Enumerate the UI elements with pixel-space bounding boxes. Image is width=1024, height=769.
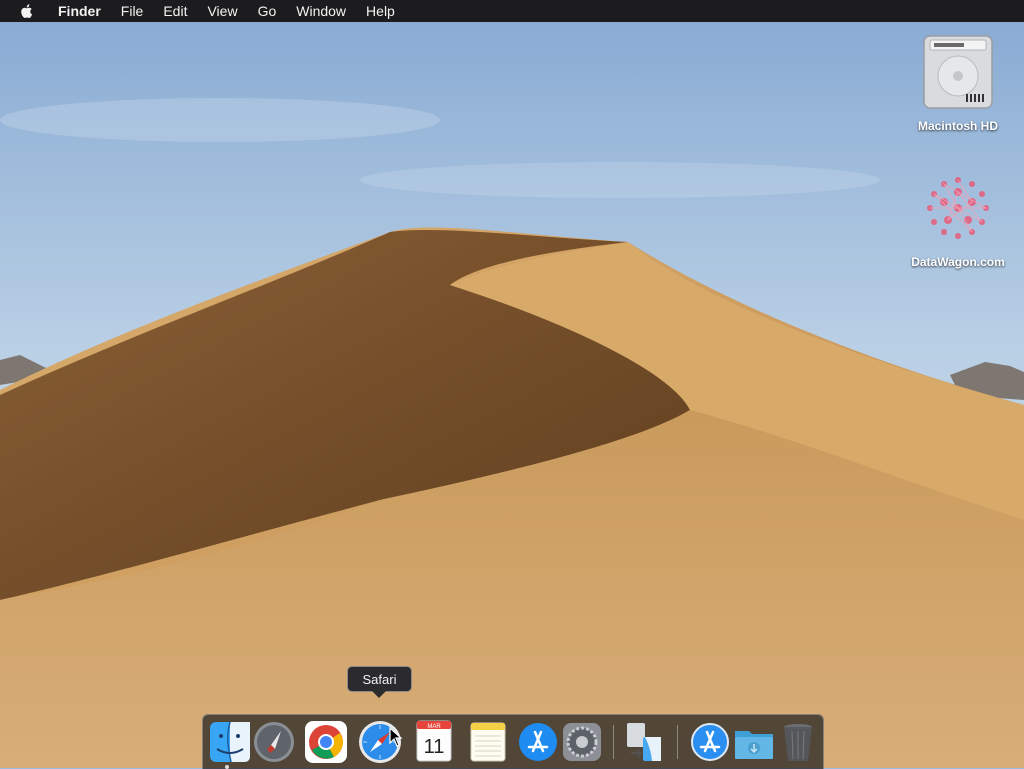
dock-tooltip-arrow (372, 691, 386, 698)
launchpad-icon[interactable] (251, 719, 297, 765)
desktop-icon-macintosh-hd[interactable]: Macintosh HD (903, 32, 1013, 133)
dock-tooltip: Safari (347, 666, 412, 692)
dock: MAR 11 (202, 714, 824, 769)
desktop-icon-datawagon[interactable]: DataWagon.com (903, 168, 1013, 269)
mouse-cursor-icon (389, 727, 403, 747)
menu-help[interactable]: Help (356, 0, 405, 22)
chrome-icon[interactable] (303, 719, 349, 765)
desktop-icon-label: DataWagon.com (911, 255, 1005, 269)
finder-icon[interactable] (207, 719, 253, 765)
running-indicator (225, 765, 229, 769)
desktop-icon-label: Macintosh HD (917, 119, 998, 133)
calendar-icon[interactable]: MAR 11 (411, 719, 457, 765)
calendar-month: MAR (427, 724, 441, 730)
trash-icon[interactable] (775, 719, 821, 765)
datawagon-logo-icon (927, 177, 989, 239)
calendar-day: 11 (424, 736, 445, 758)
menu-edit[interactable]: Edit (153, 0, 197, 22)
apple-menu-icon[interactable] (18, 2, 36, 20)
menu-file[interactable]: File (111, 0, 154, 22)
desktop-wallpaper (0, 0, 1024, 768)
applications-folder-icon[interactable] (687, 719, 733, 765)
dock-separator (613, 725, 614, 759)
hard-drive-icon (923, 35, 993, 109)
migration-assistant-icon[interactable] (621, 719, 667, 765)
menu-bar: Finder File Edit View Go Window Help (0, 0, 1024, 22)
menu-app-name[interactable]: Finder (50, 0, 111, 22)
downloads-folder-icon[interactable] (731, 719, 777, 765)
menu-go[interactable]: Go (248, 0, 287, 22)
system-preferences-icon[interactable] (559, 719, 605, 765)
menu-window[interactable]: Window (286, 0, 356, 22)
notes-icon[interactable] (465, 719, 511, 765)
dock-separator (677, 725, 678, 759)
menu-view[interactable]: View (197, 0, 247, 22)
app-store-icon[interactable] (515, 719, 561, 765)
